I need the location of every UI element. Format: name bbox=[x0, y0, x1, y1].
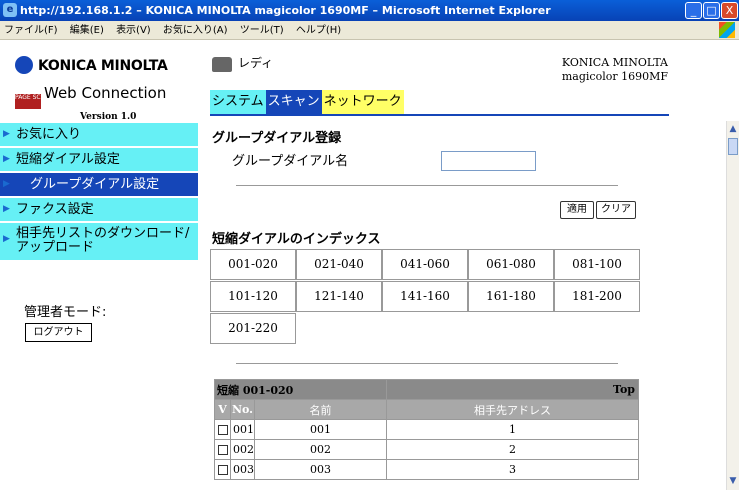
row-address: 2 bbox=[386, 439, 639, 460]
konica-globe-icon bbox=[15, 56, 33, 74]
sidebar-nav: ▶ お気に入り ▶ 短縮ダイアル設定 ▶ グループダイアル設定 ▶ ファクス設定 ▶ 相手… bbox=[0, 123, 198, 262]
triangle-right-icon: ▶ bbox=[3, 179, 10, 189]
column-header-row: V No. 名前 相手先アドレス bbox=[214, 399, 639, 420]
admin-mode-label: 管理者モード: bbox=[24, 305, 107, 320]
triangle-right-icon: ▶ bbox=[3, 204, 10, 214]
sidebar: KONICA MINOLTA PAGE SCOPEWeb Connection … bbox=[0, 40, 198, 490]
index-link[interactable]: 141-160 bbox=[382, 281, 468, 312]
menu-view[interactable]: 表示(V) bbox=[116, 25, 151, 36]
vertical-scrollbar[interactable]: ▲ ▼ bbox=[726, 121, 739, 490]
list-header-row: 短縮 001-020 Top bbox=[214, 379, 639, 400]
brand-name: KONICA MINOLTA bbox=[561, 56, 668, 69]
nav-speed-dial[interactable]: ▶ 短縮ダイアル設定 bbox=[0, 148, 198, 171]
row-number: 003 bbox=[230, 459, 255, 480]
version-label: Version 1.0 bbox=[80, 112, 137, 122]
row-number: 002 bbox=[230, 439, 255, 460]
table-row: 001 001 1 bbox=[214, 419, 639, 440]
pagescope-logo: PAGE SCOPEWeb Connection bbox=[15, 84, 166, 109]
scroll-down-icon[interactable]: ▼ bbox=[727, 475, 739, 488]
row-number: 001 bbox=[230, 419, 255, 440]
row-checkbox-cell bbox=[214, 459, 231, 480]
menu-tools[interactable]: ツール(T) bbox=[240, 25, 284, 36]
printer-icon bbox=[212, 57, 232, 72]
column-no: No. bbox=[230, 399, 255, 420]
group-name-label: グループダイアル名 bbox=[232, 154, 349, 169]
menu-help[interactable]: ヘルプ(H) bbox=[296, 25, 341, 36]
column-name: 名前 bbox=[254, 399, 387, 420]
tab-bar: システム スキャン ネットワーク bbox=[210, 90, 404, 114]
maximize-button[interactable]: □ bbox=[703, 2, 720, 19]
menu-file[interactable]: ファイル(F) bbox=[4, 25, 58, 36]
index-link[interactable]: 001-020 bbox=[210, 249, 296, 280]
row-checkbox-cell bbox=[214, 419, 231, 440]
section-title: グループダイアル登録 bbox=[212, 131, 342, 146]
nav-group-dial[interactable]: ▶ グループダイアル設定 bbox=[0, 173, 198, 196]
index-link[interactable]: 161-180 bbox=[468, 281, 554, 312]
main-content: レディ KONICA MINOLTA magicolor 1690MF システム… bbox=[198, 40, 726, 490]
windows-logo-icon bbox=[719, 22, 735, 38]
apply-button[interactable]: 適用 bbox=[560, 201, 594, 219]
model-name: magicolor 1690MF bbox=[561, 70, 668, 83]
group-name-input[interactable] bbox=[441, 151, 536, 171]
index-link[interactable]: 021-040 bbox=[296, 249, 382, 280]
index-link[interactable]: 081-100 bbox=[554, 249, 640, 280]
logout-button[interactable]: ログアウト bbox=[25, 323, 92, 342]
scroll-thumb[interactable] bbox=[728, 138, 738, 155]
konica-minolta-logo: KONICA MINOLTA bbox=[15, 56, 168, 74]
speed-dial-list: 短縮 001-020 Top V No. 名前 相手先アドレス 001 001 … bbox=[214, 379, 639, 480]
tab-network[interactable]: ネットワーク bbox=[321, 90, 404, 114]
window-title-bar: e http://192.168.1.2 – KONICA MINOLTA ma… bbox=[0, 0, 739, 21]
row-address: 3 bbox=[386, 459, 639, 480]
tab-system[interactable]: システム bbox=[210, 90, 266, 114]
index-title: 短縮ダイアルのインデックス bbox=[212, 232, 381, 247]
triangle-right-icon: ▶ bbox=[3, 154, 10, 164]
menu-favorites[interactable]: お気に入り(A) bbox=[163, 25, 228, 36]
printer-status: レディ bbox=[238, 56, 274, 70]
top-link[interactable]: Top bbox=[386, 379, 639, 400]
row-checkbox[interactable] bbox=[217, 445, 228, 455]
row-checkbox[interactable] bbox=[217, 425, 228, 435]
divider bbox=[236, 363, 618, 364]
triangle-right-icon: ▶ bbox=[3, 129, 10, 139]
minimize-button[interactable]: _ bbox=[685, 2, 702, 19]
brand-info: KONICA MINOLTA magicolor 1690MF bbox=[562, 56, 668, 84]
tab-scan[interactable]: スキャン bbox=[265, 90, 322, 114]
table-row: 003 003 3 bbox=[214, 459, 639, 480]
row-name: 002 bbox=[254, 439, 387, 460]
row-checkbox[interactable] bbox=[217, 465, 228, 475]
menu-edit[interactable]: 編集(E) bbox=[70, 25, 104, 36]
tab-underline bbox=[210, 114, 669, 116]
clear-button[interactable]: クリア bbox=[596, 201, 636, 219]
row-name: 003 bbox=[254, 459, 387, 480]
nav-address-download-upload[interactable]: ▶ 相手先リストのダウンロード/アップロード bbox=[0, 223, 198, 260]
window-title: http://192.168.1.2 – KONICA MINOLTA magi… bbox=[20, 4, 551, 17]
scroll-up-icon[interactable]: ▲ bbox=[727, 123, 739, 136]
close-button[interactable]: X bbox=[721, 2, 738, 19]
index-link[interactable]: 101-120 bbox=[210, 281, 296, 312]
divider bbox=[236, 185, 618, 186]
row-address: 1 bbox=[386, 419, 639, 440]
index-link[interactable]: 061-080 bbox=[468, 249, 554, 280]
list-title: 短縮 001-020 bbox=[214, 379, 387, 400]
nav-favorites[interactable]: ▶ お気に入り bbox=[0, 123, 198, 146]
triangle-right-icon: ▶ bbox=[3, 234, 10, 244]
ie-icon: e bbox=[3, 3, 17, 17]
column-v: V bbox=[214, 399, 231, 420]
index-link[interactable]: 121-140 bbox=[296, 281, 382, 312]
pagescope-icon: PAGE SCOPE bbox=[15, 94, 53, 109]
menu-bar: ファイル(F) 編集(E) 表示(V) お気に入り(A) ツール(T) ヘルプ(… bbox=[0, 21, 739, 40]
column-address: 相手先アドレス bbox=[386, 399, 639, 420]
nav-fax-settings[interactable]: ▶ ファクス設定 bbox=[0, 198, 198, 221]
index-link[interactable]: 201-220 bbox=[210, 313, 296, 344]
row-name: 001 bbox=[254, 419, 387, 440]
index-link[interactable]: 181-200 bbox=[554, 281, 640, 312]
row-checkbox-cell bbox=[214, 439, 231, 460]
table-row: 002 002 2 bbox=[214, 439, 639, 460]
index-link[interactable]: 041-060 bbox=[382, 249, 468, 280]
